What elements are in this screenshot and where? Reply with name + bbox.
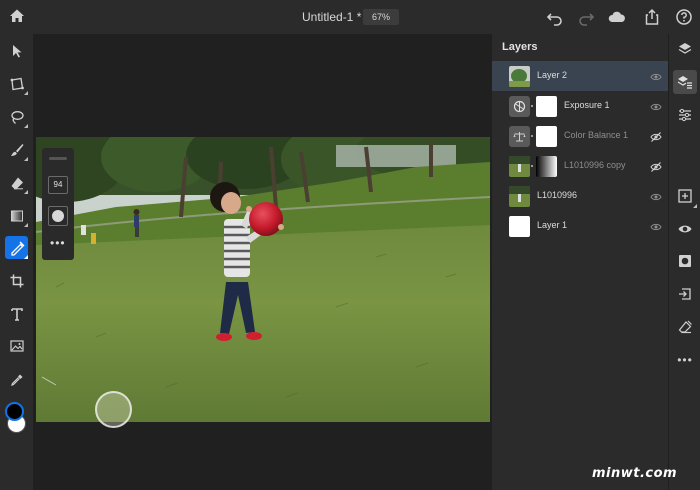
lasso-icon[interactable] (5, 105, 28, 128)
document-title[interactable]: Untitled-1 * (302, 10, 361, 24)
layers-stack-icon[interactable] (673, 37, 697, 61)
type-icon[interactable] (5, 302, 28, 325)
import-icon[interactable] (673, 282, 697, 306)
watermark: minwt.com (592, 466, 678, 481)
select-arrow-icon[interactable] (5, 39, 28, 62)
eye-icon[interactable] (650, 70, 662, 82)
layer-mask-thumbnail[interactable] (536, 156, 557, 177)
eye-icon[interactable] (650, 220, 662, 232)
cloud-icon[interactable] (607, 7, 627, 27)
mask-icon[interactable] (673, 249, 697, 273)
add-layer-icon[interactable] (673, 184, 697, 208)
eye-hidden-icon[interactable] (650, 130, 662, 142)
layer-name: L1010996 copy (564, 160, 626, 170)
layer-row-l1010996[interactable]: L1010996 (492, 181, 668, 211)
crop-icon[interactable] (5, 269, 28, 292)
eye-icon[interactable] (650, 190, 662, 202)
mask-link-icon (531, 105, 533, 107)
home-icon[interactable] (7, 6, 27, 26)
layer-name: Layer 2 (537, 70, 568, 80)
mask-link-icon (531, 135, 533, 137)
eraser-icon[interactable] (5, 171, 28, 194)
help-icon[interactable] (674, 7, 694, 27)
right-toolbar: ••• (668, 34, 700, 490)
eye-icon[interactable] (650, 100, 662, 112)
layer-row-color-balance-1[interactable]: Color Balance 1 (492, 121, 668, 151)
mask-link-icon (531, 165, 533, 167)
layer-name: L1010996 (537, 190, 578, 200)
transform-icon[interactable] (5, 72, 28, 95)
exposure-adjustment-icon (509, 96, 530, 117)
brush-icon[interactable] (5, 138, 28, 161)
layer-thumbnail (509, 216, 530, 237)
layer-thumbnail (509, 186, 530, 207)
layer-thumbnail (509, 156, 530, 177)
color-balance-adjustment-icon (509, 126, 530, 147)
layer-row-l1010996-copy[interactable]: L1010996 copy (492, 151, 668, 181)
layers-panel-title: Layers (502, 41, 538, 53)
canvas-image[interactable] (36, 137, 490, 422)
brush-size-field[interactable]: 94 (48, 176, 68, 194)
panel-drag-handle[interactable] (49, 157, 67, 160)
place-image-icon[interactable] (5, 334, 28, 357)
share-icon[interactable] (642, 7, 662, 27)
brush-hardness-icon[interactable] (48, 206, 68, 226)
healing-brush-icon[interactable] (5, 236, 28, 259)
zoom-level[interactable]: 67% (363, 9, 399, 25)
adjustments-icon[interactable] (673, 103, 697, 127)
eye-hidden-icon[interactable] (650, 160, 662, 172)
top-bar: Untitled-1 * 67% (0, 0, 700, 34)
layer-row-layer-2[interactable]: Layer 2 (492, 61, 668, 91)
brush-more-options-icon[interactable]: ••• (50, 236, 66, 250)
brush-settings-panel: 94 ••• (42, 148, 74, 260)
layers-panel: Layers Layer 2 Exposure 1 Color Balance … (492, 34, 668, 490)
eyedropper-icon[interactable] (5, 368, 28, 391)
layer-mask-thumbnail[interactable] (536, 96, 557, 117)
layer-name: Exposure 1 (564, 100, 610, 110)
gradient-icon[interactable] (5, 204, 28, 227)
layer-thumbnail (509, 66, 530, 87)
layer-name: Color Balance 1 (564, 130, 629, 140)
visibility-icon[interactable] (673, 217, 697, 241)
layer-mask-thumbnail[interactable] (536, 126, 557, 147)
layer-row-layer-1[interactable]: Layer 1 (492, 211, 668, 241)
foreground-color-swatch[interactable] (5, 402, 24, 421)
layer-row-exposure-1[interactable]: Exposure 1 (492, 91, 668, 121)
undo-icon[interactable] (545, 7, 565, 27)
brush-cursor (95, 391, 132, 428)
clear-icon[interactable] (673, 315, 697, 339)
left-toolbar (0, 34, 33, 490)
redo-icon[interactable] (576, 7, 596, 27)
more-icon[interactable]: ••• (673, 348, 697, 372)
layer-properties-icon[interactable] (673, 70, 697, 94)
layer-name: Layer 1 (537, 220, 568, 230)
